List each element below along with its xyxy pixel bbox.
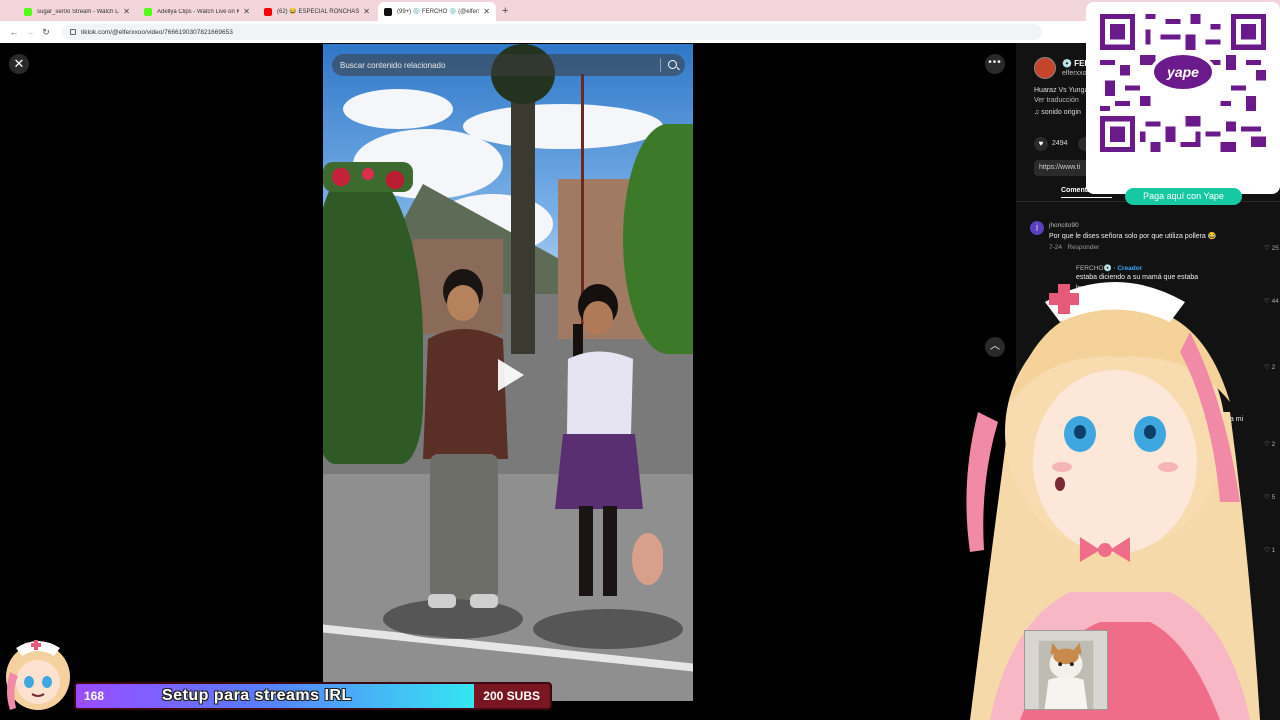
video-cloud — [343, 89, 453, 129]
author-avatar[interactable] — [1034, 57, 1056, 79]
video-player[interactable]: Buscar contenido relacionado — [323, 44, 693, 701]
browser-tab-2[interactable]: Adellya Clips - Watch Live on K... ✕ — [138, 2, 256, 21]
reply-link[interactable]: Responder — [1067, 244, 1099, 251]
tab-title: sugar_ser0o Stream - Watch Li... — [37, 8, 120, 15]
new-tab-button[interactable]: + — [502, 2, 508, 21]
browser-tab-1[interactable]: sugar_ser0o Stream - Watch Li... ✕ — [18, 2, 136, 21]
author-handle[interactable]: elferxxo — [1062, 70, 1087, 77]
tab-close-icon[interactable]: ✕ — [123, 7, 130, 16]
tab-close-icon[interactable]: ✕ — [483, 7, 490, 16]
video-flowers — [323, 162, 413, 192]
yape-qr-card: yape — [1086, 2, 1280, 194]
url-text: tiktok.com/@elferxxoo/video/766619030782… — [81, 28, 233, 36]
sub-goal-bar: 168 Setup para streams IRL 200 SUBS — [74, 682, 552, 710]
site-info-icon[interactable] — [70, 29, 76, 35]
related-search-input[interactable]: Buscar contenido relacionado — [332, 54, 685, 76]
commenter-avatar[interactable]: j — [1030, 221, 1044, 235]
kick-favicon-icon — [24, 7, 32, 16]
comment-meta: 7-24 Responder — [1049, 244, 1099, 251]
more-options-icon[interactable]: ••• — [985, 54, 1005, 74]
close-icon[interactable]: ✕ — [9, 54, 29, 74]
video-cloud — [463, 104, 663, 149]
back-icon[interactable]: ← — [6, 27, 22, 37]
vtuber-avatar — [966, 282, 1260, 720]
like-count: 2494 — [1052, 140, 1068, 147]
video-person-woman — [555, 284, 663, 596]
browser-tab-4-active[interactable]: (99+) 💿 FERCHO 💿 (@elferxxo) ✕ — [378, 2, 496, 21]
youtube-favicon-icon — [264, 7, 272, 16]
chibi-avatar — [6, 640, 70, 710]
search-placeholder: Buscar contenido relacionado — [340, 60, 446, 70]
tab-title: (62) 😂 ESPECIAL RONCHAS K... — [277, 9, 360, 15]
url-field[interactable]: tiktok.com/@elferxxoo/video/766619030782… — [62, 24, 1042, 40]
sub-goal-title: Setup para streams IRL — [162, 687, 352, 704]
tab-close-icon[interactable]: ✕ — [243, 7, 250, 16]
reload-icon[interactable]: ↻ — [38, 27, 54, 38]
comment-like-count[interactable]: ♡ 25 — [1264, 244, 1279, 252]
search-icon[interactable] — [668, 60, 677, 69]
yape-logo: yape — [1150, 52, 1216, 92]
tiktok-favicon-icon — [384, 7, 392, 16]
tab-title: Adellya Clips - Watch Live on K... — [157, 8, 240, 15]
video-person-man — [423, 269, 508, 608]
play-icon[interactable] — [498, 359, 524, 391]
comment-text: Por que le dises señora solo por que uti… — [1049, 233, 1217, 240]
cat-camera-overlay — [1024, 630, 1108, 710]
tab-title: (99+) 💿 FERCHO 💿 (@elferxxo) — [397, 9, 479, 15]
screen: sugar_ser0o Stream - Watch Li... ✕ Adell… — [0, 0, 1280, 720]
kick-favicon-icon — [144, 7, 152, 16]
music-link[interactable]: ♫ sonido origin — [1034, 109, 1081, 116]
like-heart-icon[interactable]: ♥ — [1034, 137, 1048, 151]
sub-goal-current: 168 — [84, 689, 105, 703]
yape-pay-label: Paga aquí con Yape — [1125, 188, 1242, 205]
video-description: Huaraz Vs Yunga — [1034, 87, 1089, 94]
sub-goal-target: 200 SUBS — [483, 689, 540, 703]
comment-date: 7-24 — [1049, 244, 1063, 251]
commenter-name[interactable]: jhoncito90 — [1049, 222, 1079, 229]
translate-link[interactable]: Ver traducción — [1034, 97, 1079, 104]
yape-logo-text: yape — [1154, 55, 1212, 89]
search-divider — [660, 58, 661, 72]
browser-tab-3[interactable]: (62) 😂 ESPECIAL RONCHAS K... ✕ — [258, 2, 376, 21]
forward-icon[interactable]: → — [22, 27, 38, 37]
tab-close-icon[interactable]: ✕ — [363, 7, 370, 16]
